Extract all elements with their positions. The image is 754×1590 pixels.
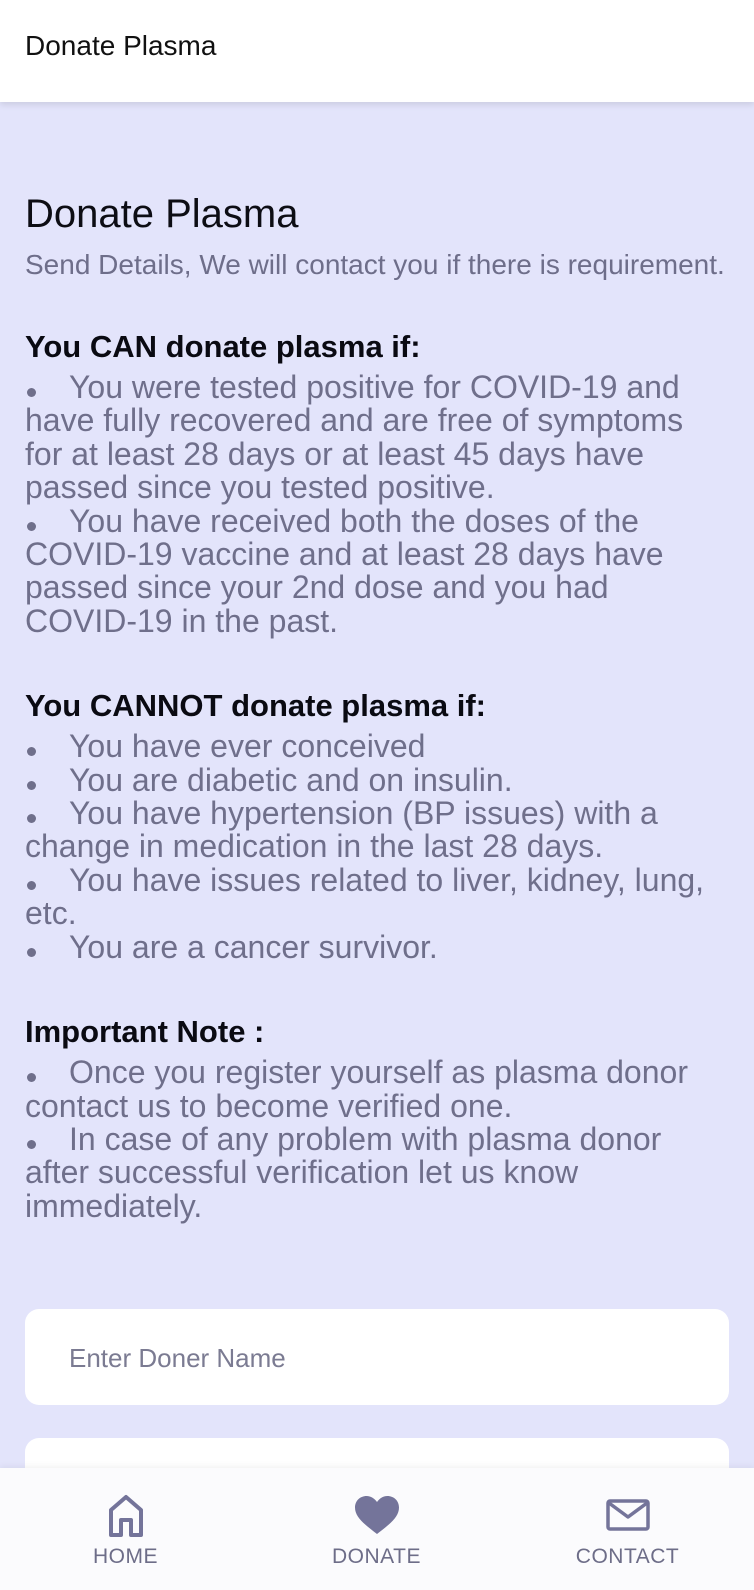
home-icon [107,1491,145,1539]
section-heading: Important Note : [25,1014,265,1050]
list-item: In case of any problem with plasma donor… [25,1120,729,1224]
list-item-text: You are diabetic and on insulin. [69,761,513,798]
nav-donate[interactable]: DONATE [251,1468,502,1590]
list-item-text: In case of any problem with plasma donor… [25,1120,662,1224]
list-item: You have issues related to liver, kidney… [25,861,729,932]
list-item-text: You are a cancer survivor. [69,928,438,965]
bottom-navigation: HOME DONATE CONTACT [0,1468,754,1590]
page-title: Donate Plasma [25,192,299,236]
list-item: Once you register yourself as plasma don… [25,1054,729,1124]
list-item-text: Once you register yourself as plasma don… [25,1054,688,1124]
nav-contact-label: CONTACT [575,1545,680,1568]
list-item-text: You were tested positive for COVID-19 an… [25,369,684,506]
donor-name-input[interactable] [67,1337,691,1379]
bullet-list: You have ever conceived You are diabetic… [25,730,729,964]
nav-donate-label: DONATE [332,1545,421,1568]
nav-home[interactable]: HOME [0,1468,251,1590]
list-item: You have received both the doses of the … [25,502,729,639]
can-donate-section: You CAN donate plasma if: You were teste… [25,329,729,638]
cannot-donate-section: You CANNOT donate plasma if: You have ev… [25,688,729,964]
bullet-list: Once you register yourself as plasma don… [25,1054,729,1224]
important-note-section: Important Note : Once you register yours… [25,1014,729,1223]
section-heading: You CAN donate plasma if: [25,329,421,364]
nav-contact[interactable]: CONTACT [502,1468,753,1590]
list-item: You were tested positive for COVID-19 an… [25,369,729,506]
list-item: You are a cancer survivor. [25,928,729,965]
app-bar-title: Donate Plasma [25,30,217,61]
page-subtitle: Send Details, We will contact you if the… [25,249,725,280]
list-item: You are diabetic and on insulin. [25,761,729,798]
list-item: You have ever conceived [25,730,729,763]
list-item-text: You have hypertension (BP issues) with a… [25,795,658,865]
mail-icon [605,1491,650,1539]
list-item-text: You have issues related to liver, kidney… [25,861,705,932]
section-heading: You CANNOT donate plasma if: [25,688,487,724]
nav-home-label: HOME [93,1545,158,1568]
bullet-list: You were tested positive for COVID-19 an… [25,369,729,639]
donor-name-card [25,1309,729,1405]
list-item: You have hypertension (BP issues) with a… [25,795,729,865]
heart-icon [354,1491,400,1539]
app-bar: Donate Plasma [0,0,754,102]
list-item-text: You have ever conceived [69,728,426,765]
list-item-text: You have received both the doses of the … [25,502,664,639]
main-content: Donate Plasma Send Details, We will cont… [25,190,729,1223]
